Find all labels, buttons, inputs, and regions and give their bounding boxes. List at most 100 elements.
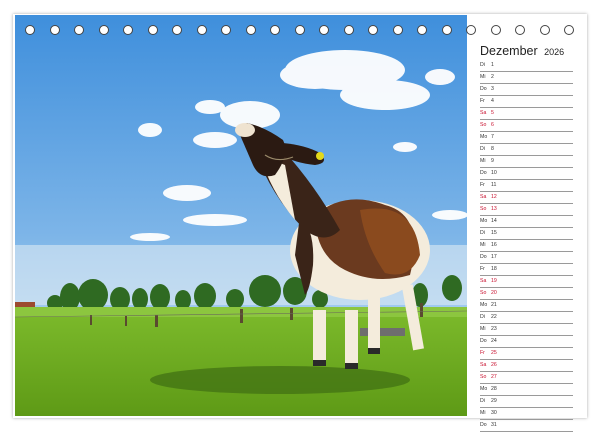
cow-photo xyxy=(15,15,467,416)
binding-hole xyxy=(564,25,574,35)
binding-hole xyxy=(49,25,60,35)
day-number: 5 xyxy=(491,110,494,116)
weekday-label: Fr xyxy=(480,350,485,356)
binding-hole xyxy=(466,25,476,35)
binding-hole xyxy=(147,25,158,35)
day-row: So 27 xyxy=(480,372,573,384)
day-row: Mi 2 xyxy=(480,72,573,84)
weekday-label: So xyxy=(480,122,487,128)
weekday-label: Do xyxy=(480,86,487,92)
weekday-label: Fr xyxy=(480,98,485,104)
binding-hole xyxy=(392,25,403,35)
binding-hole xyxy=(515,25,525,35)
day-row: Di 22 xyxy=(480,312,573,324)
day-number: 28 xyxy=(491,386,497,392)
weekday-label: Sa xyxy=(480,362,487,368)
binding-hole xyxy=(98,25,109,35)
weekday-label: So xyxy=(480,290,487,296)
day-row: Fr 25 xyxy=(480,348,573,360)
day-number: 7 xyxy=(491,134,494,140)
day-number: 9 xyxy=(491,158,494,164)
weekday-label: Sa xyxy=(480,278,487,284)
day-row: Fr 18 xyxy=(480,264,573,276)
weekday-label: Do xyxy=(480,338,487,344)
day-list: Di 1 Mi 2 Do 3 Fr 4 Sa 5 So 6 Mo 7 Di 8 Mi 9 Do 10 Fr 11 Sa 12 S… xyxy=(480,60,573,432)
weekday-label: Fr xyxy=(480,266,485,272)
day-row: So 6 xyxy=(480,120,573,132)
day-number: 6 xyxy=(491,122,494,128)
month-label: Dezember xyxy=(480,44,538,58)
weekday-label: Di xyxy=(480,230,485,236)
weekday-label: Sa xyxy=(480,110,487,116)
day-number: 13 xyxy=(491,206,497,212)
day-number: 29 xyxy=(491,398,497,404)
day-row: So 13 xyxy=(480,204,573,216)
spiral-binding xyxy=(18,25,578,39)
day-row: Sa 19 xyxy=(480,276,573,288)
weekday-label: Di xyxy=(480,62,485,68)
day-row: Mo 14 xyxy=(480,216,573,228)
day-row: Do 10 xyxy=(480,168,573,180)
binding-hole xyxy=(196,25,207,35)
day-number: 23 xyxy=(491,326,497,332)
day-number: 19 xyxy=(491,278,497,284)
weekday-label: Mo xyxy=(480,386,488,392)
day-row: Mi 16 xyxy=(480,240,573,252)
day-row: Mo 28 xyxy=(480,384,573,396)
weekday-label: Fr xyxy=(480,182,485,188)
day-row: Di 15 xyxy=(480,228,573,240)
binding-hole xyxy=(294,25,305,35)
day-number: 27 xyxy=(491,374,497,380)
day-row: Do 17 xyxy=(480,252,573,264)
day-number: 22 xyxy=(491,314,497,320)
weekday-label: Di xyxy=(480,398,485,404)
day-number: 14 xyxy=(491,218,497,224)
day-number: 8 xyxy=(491,146,494,152)
binding-hole xyxy=(368,25,378,35)
day-number: 11 xyxy=(491,182,497,188)
day-row: Do 3 xyxy=(480,84,573,96)
day-row: Mi 9 xyxy=(480,156,573,168)
binding-hole xyxy=(539,25,550,35)
day-row: So 20 xyxy=(480,288,573,300)
day-number: 2 xyxy=(491,74,494,80)
day-row: Di 29 xyxy=(480,396,573,408)
year-label: 2026 xyxy=(544,47,565,57)
binding-hole xyxy=(343,25,354,35)
weekday-label: Sa xyxy=(480,194,487,200)
cow-in-meadow-image xyxy=(15,15,467,416)
day-row: Mi 23 xyxy=(480,324,573,336)
day-row: Do 31 xyxy=(480,420,573,432)
day-number: 17 xyxy=(491,254,497,260)
calendar-header: Dezember 2026 xyxy=(480,42,564,60)
weekday-label: Mo xyxy=(480,134,488,140)
weekday-label: Di xyxy=(480,146,485,152)
day-row: Mo 7 xyxy=(480,132,573,144)
day-number: 16 xyxy=(491,242,497,248)
day-number: 1 xyxy=(491,62,494,68)
binding-hole xyxy=(319,25,329,35)
binding-hole xyxy=(74,25,84,35)
weekday-label: Mi xyxy=(480,242,486,248)
day-number: 21 xyxy=(491,302,497,308)
weekday-label: Mi xyxy=(480,410,486,416)
weekday-label: So xyxy=(480,206,487,212)
day-number: 26 xyxy=(491,362,497,368)
binding-hole xyxy=(172,25,182,35)
day-number: 18 xyxy=(491,266,497,272)
day-number: 20 xyxy=(491,290,497,296)
day-row: Mi 30 xyxy=(480,408,573,420)
day-row: Sa 12 xyxy=(480,192,573,204)
day-number: 15 xyxy=(491,230,497,236)
binding-hole xyxy=(25,25,35,35)
day-number: 4 xyxy=(491,98,494,104)
binding-hole xyxy=(490,25,501,35)
day-number: 3 xyxy=(491,86,494,92)
day-row: Sa 26 xyxy=(480,360,573,372)
weekday-label: Di xyxy=(480,314,485,320)
weekday-label: Mi xyxy=(480,158,486,164)
day-row: Fr 4 xyxy=(480,96,573,108)
binding-hole xyxy=(417,25,427,35)
binding-hole xyxy=(441,25,452,35)
weekday-label: Do xyxy=(480,170,487,176)
